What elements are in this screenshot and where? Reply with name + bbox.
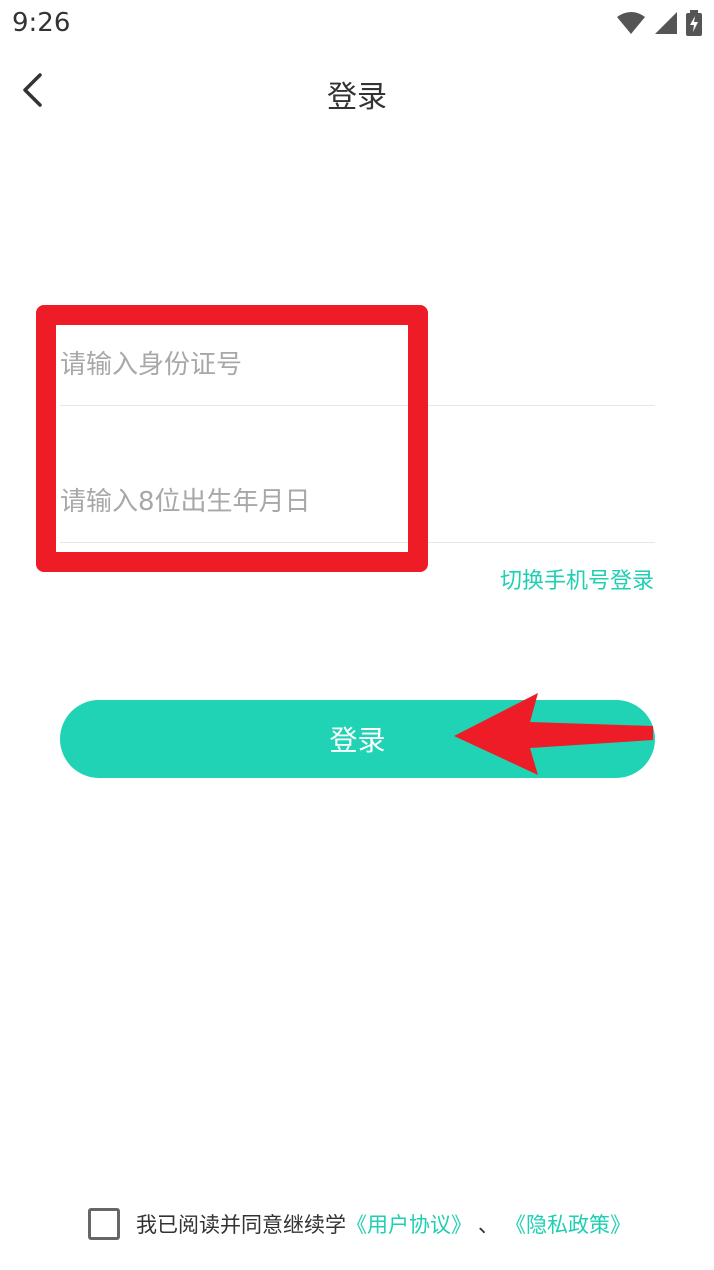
wifi-icon	[616, 11, 646, 39]
nav-bar: 登录	[0, 48, 714, 138]
agreement-text: 我已阅读并同意继续学	[136, 1213, 346, 1237]
page-title: 登录	[327, 80, 387, 115]
signal-icon	[654, 11, 678, 39]
status-icons	[616, 10, 702, 40]
agreement-row: 我已阅读并同意继续学 《用户协议》 、 《隐私政策》	[88, 1208, 631, 1240]
battery-icon	[686, 10, 702, 40]
agreement-checkbox[interactable]	[88, 1208, 120, 1240]
status-time: 9:26	[12, 8, 71, 38]
agreement-separator: 、	[478, 1213, 499, 1237]
annotation-arrow-icon	[450, 690, 660, 784]
annotation-highlight-box	[36, 305, 428, 572]
privacy-policy-link[interactable]: 《隐私政策》	[505, 1209, 631, 1239]
user-agreement-link[interactable]: 《用户协议》	[346, 1209, 472, 1239]
status-bar: 9:26	[0, 0, 714, 48]
switch-phone-login-link[interactable]: 切换手机号登录	[500, 563, 654, 595]
